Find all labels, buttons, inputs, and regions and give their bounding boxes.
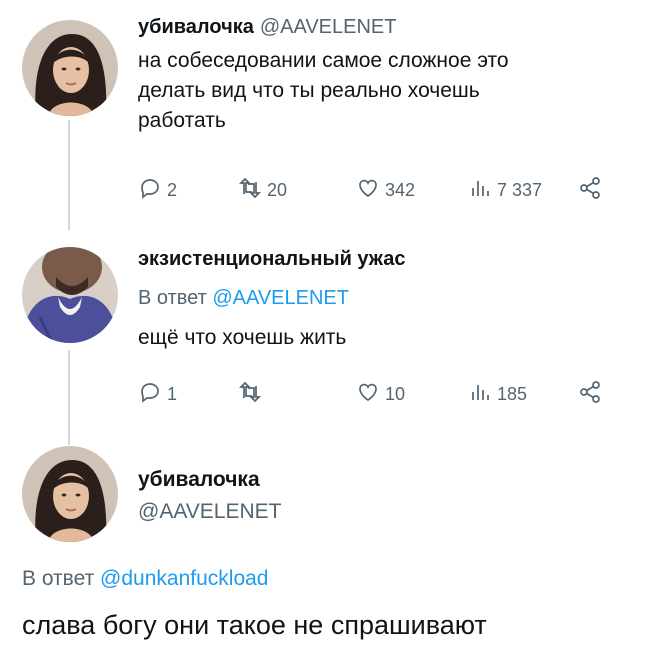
reply-icon (138, 380, 162, 409)
share-button[interactable] (578, 176, 602, 205)
user-handle[interactable]: @AAVELENET (260, 16, 397, 38)
reply-mention-link[interactable]: @AAVELENET (212, 287, 349, 309)
reply-count: 1 (167, 384, 178, 404)
tweet-handle-row: @AAVELENET (138, 500, 281, 524)
views-icon (468, 380, 492, 409)
thread-line (68, 120, 70, 230)
retweet-icon (238, 380, 262, 409)
tweet-actions: 1 10 185 (138, 378, 608, 406)
like-count: 10 (385, 384, 406, 404)
tweet-header: экзистенциональный ужас (138, 248, 405, 271)
retweet-count: 20 (267, 180, 288, 200)
reply-mention-link[interactable]: @dunkanfuckload (100, 567, 268, 590)
display-name[interactable]: убивалочка (138, 16, 254, 38)
like-icon (356, 176, 380, 205)
retweet-button[interactable]: 20 (238, 176, 287, 205)
like-icon (356, 380, 380, 409)
avatar[interactable] (22, 446, 118, 542)
thread-line (68, 350, 70, 445)
share-icon (578, 176, 602, 205)
like-count: 342 (385, 180, 416, 200)
retweet-button[interactable] (238, 380, 267, 409)
display-name[interactable]: убивалочка (138, 468, 260, 491)
reply-button[interactable]: 2 (138, 176, 177, 205)
reply-context: В ответ @dunkanfuckload (22, 567, 268, 591)
tweet-text: ещё что хочешь жить (138, 326, 347, 349)
reply-prefix: В ответ (22, 567, 95, 590)
share-button[interactable] (578, 380, 602, 409)
tweet-header: убивалочка (138, 468, 260, 492)
retweet-icon (238, 176, 262, 205)
tweet-text-line: на собеседовании самое сложное это (138, 49, 509, 72)
reply-button[interactable]: 1 (138, 380, 177, 409)
views-count: 7 337 (497, 180, 543, 200)
tweet-text: слава богу они такое не спрашивают (22, 610, 487, 640)
views-count: 185 (497, 384, 528, 404)
views-button[interactable]: 185 (468, 380, 527, 409)
reply-context: В ответ @AAVELENET (138, 287, 349, 310)
share-icon (578, 380, 602, 409)
like-button[interactable]: 10 (356, 380, 405, 409)
display-name[interactable]: экзистенциональный ужас (138, 248, 405, 270)
user-handle[interactable]: @AAVELENET (138, 500, 281, 523)
tweet-text: на собеседовании самое сложное это делат… (138, 46, 628, 136)
like-button[interactable]: 342 (356, 176, 415, 205)
reply-prefix: В ответ (138, 287, 207, 309)
views-icon (468, 176, 492, 205)
reply-count: 2 (167, 180, 178, 200)
tweet-header: убивалочка @AAVELENET (138, 16, 396, 39)
avatar[interactable] (22, 247, 118, 343)
tweet-actions: 2 20 342 7 337 (138, 174, 608, 202)
tweet-text-line: делать вид что ты реально хочешь (138, 79, 480, 102)
views-button[interactable]: 7 337 (468, 176, 542, 205)
avatar[interactable] (22, 20, 118, 116)
tweet-text-line: работать (138, 109, 226, 132)
reply-icon (138, 176, 162, 205)
